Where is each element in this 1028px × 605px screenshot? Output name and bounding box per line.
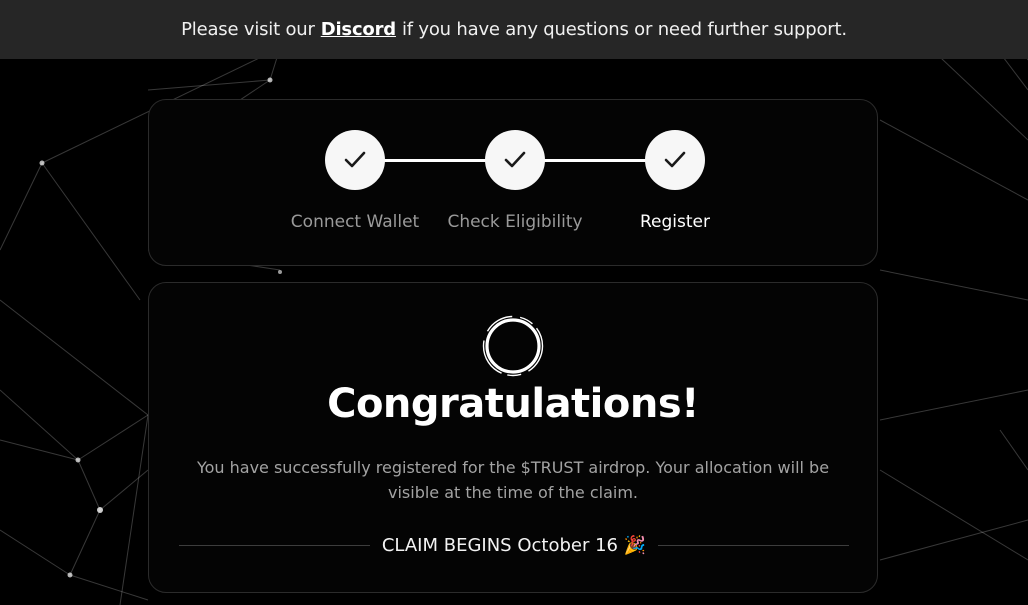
registration-result-card: Congratulations! You have successfully r… [148,282,878,593]
progress-steps-card: Connect Wallet Check Eligibility Registe… [148,99,878,266]
divider-right [658,545,849,546]
discord-link[interactable]: Discord [321,19,396,40]
checkmark-icon [344,151,366,168]
congratulations-title: Congratulations! [327,381,699,427]
step-complete-circle [645,130,705,190]
banner-text-after: if you have any questions or need furthe… [401,19,847,40]
step-check-eligibility: Check Eligibility [425,130,605,232]
step-label-connect-wallet: Connect Wallet [290,212,420,232]
checkmark-icon [504,151,526,168]
claim-begins-text: CLAIM BEGINS October 16 🎉 [381,535,647,556]
divider-left [179,545,370,546]
support-banner: Please visit our Discord if you have any… [0,0,1028,59]
step-connect-wallet: Connect Wallet [265,130,445,232]
claim-date-row: CLAIM BEGINS October 16 🎉 [179,535,849,556]
step-label-check-eligibility: Check Eligibility [447,212,583,232]
step-complete-circle [325,130,385,190]
step-label-register: Register [640,212,710,232]
loading-ring-icon [482,315,544,377]
banner-text-before: Please visit our [181,19,315,40]
registration-message: You have successfully registered for the… [196,458,830,502]
checkmark-icon [664,151,686,168]
step-register: Register [585,130,765,232]
step-complete-circle [485,130,545,190]
